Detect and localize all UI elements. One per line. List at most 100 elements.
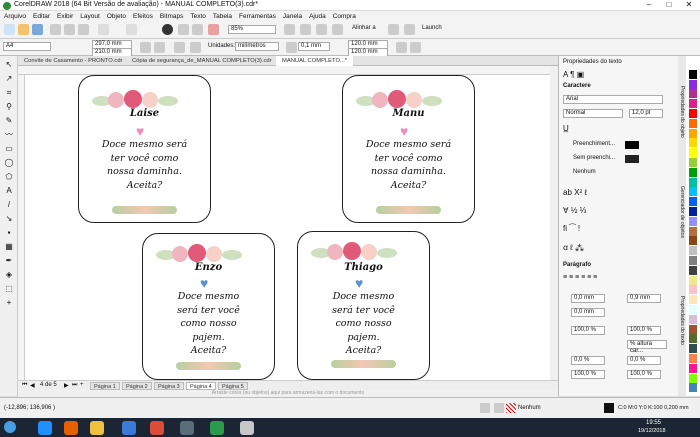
color-swatch[interactable] — [689, 89, 697, 99]
transparency-tool-icon[interactable]: ▦ — [4, 242, 14, 251]
menu-objeto[interactable]: Objeto — [107, 13, 126, 20]
tab-text-properties[interactable]: Propriedades do texto — [679, 296, 685, 345]
portrait-icon[interactable] — [140, 42, 151, 53]
color-swatch[interactable] — [689, 207, 697, 216]
copy-icon[interactable] — [64, 24, 75, 35]
color-swatch[interactable] — [689, 295, 697, 305]
fill-type-select[interactable]: Preenchiment... — [573, 141, 615, 147]
menu-layout[interactable]: Layout — [80, 13, 100, 20]
color-swatch[interactable] — [689, 79, 697, 89]
color-swatch[interactable] — [689, 305, 697, 314]
tab-convite[interactable]: Convite de Casamento - PRONTO.cdr — [18, 56, 128, 66]
color-swatch[interactable] — [689, 158, 697, 167]
paste-icon[interactable] — [78, 24, 89, 35]
vertical-scrollbar[interactable] — [550, 66, 558, 380]
last-page-icon[interactable]: ⏭ — [72, 382, 77, 389]
app-icon-2[interactable] — [240, 421, 254, 435]
page-tab-4[interactable]: Página 4 — [186, 382, 216, 390]
units-select[interactable]: milímetros — [235, 42, 279, 51]
media-player-icon[interactable] — [122, 421, 136, 435]
close-icon[interactable]: ✕ — [680, 0, 698, 11]
left-indent-field[interactable]: 0,0 mm — [571, 294, 605, 303]
pick-tool-icon[interactable]: ↖ — [4, 60, 14, 69]
font-size-field[interactable]: 12,0 pt — [629, 109, 663, 118]
menu-arquivo[interactable]: Arquivo — [4, 13, 26, 20]
page-tab-3[interactable]: Página 3 — [154, 382, 184, 390]
menu-ferramentas[interactable]: Ferramentas — [239, 13, 276, 20]
snap-options-icon[interactable] — [410, 42, 421, 53]
menu-ajuda[interactable]: Ajuda — [309, 13, 326, 20]
ellipse-tool-icon[interactable]: ◯ — [4, 158, 14, 167]
fill-color-swatch[interactable] — [625, 141, 639, 149]
file-explorer-icon[interactable] — [90, 421, 104, 435]
page-tab-1[interactable]: Página 1 — [90, 382, 120, 390]
polygon-tool-icon[interactable]: ⬠ — [4, 172, 14, 181]
prev-page-icon[interactable]: ◀ — [30, 382, 35, 389]
first-page-icon[interactable]: ⏮ — [22, 382, 27, 389]
firefox-icon[interactable] — [64, 421, 78, 435]
color-swatch[interactable] — [689, 373, 697, 383]
undo-icon[interactable] — [98, 24, 109, 35]
launch-button[interactable]: Launch — [422, 25, 442, 31]
landscape-icon[interactable] — [154, 42, 165, 53]
horizontal-ruler[interactable] — [18, 66, 550, 75]
color-swatch[interactable] — [689, 334, 697, 344]
open-folder-icon[interactable] — [18, 24, 29, 35]
space-after-field[interactable]: 100,0 % — [627, 326, 661, 335]
coreldraw-taskbar-icon[interactable] — [210, 421, 224, 435]
underline-icon[interactable]: U̲ — [563, 124, 569, 133]
menu-bitmaps[interactable]: Bitmaps — [160, 13, 183, 20]
nudge-distance-field[interactable]: 0,1 mm — [298, 42, 330, 51]
freehand-tool-icon[interactable]: ✎ — [4, 116, 14, 125]
import-icon[interactable] — [178, 24, 189, 35]
ligature-icons[interactable]: fi ⁀ ǃ — [563, 224, 580, 233]
word-spacing-field[interactable]: 100,0 % — [571, 370, 605, 379]
parallel-dimension-icon[interactable]: / — [4, 200, 14, 209]
menu-texto[interactable]: Texto — [190, 13, 206, 20]
zoom-level-select[interactable]: 85% — [228, 25, 276, 34]
interactive-fill-icon[interactable]: ◈ — [4, 270, 14, 279]
grid-icon[interactable] — [316, 24, 327, 35]
color-swatch[interactable] — [689, 285, 697, 295]
crop-tool-icon[interactable]: ⌗ — [4, 88, 14, 97]
background-color-swatch[interactable] — [625, 155, 639, 163]
rulers-icon[interactable] — [300, 24, 311, 35]
line-spacing-unit-select[interactable]: % altura car... — [627, 340, 667, 354]
export-icon[interactable] — [192, 24, 203, 35]
artistic-media-icon[interactable]: 〰 — [4, 130, 14, 139]
language-spacing-field[interactable]: 0,0 % — [627, 356, 661, 365]
start-button-icon[interactable] — [4, 421, 16, 433]
eyedropper-icon[interactable]: ✒ — [4, 256, 14, 265]
space-before-field[interactable]: 100,0 % — [571, 326, 605, 335]
invite-card[interactable]: Enzo ♥ Doce mesmo será ter você como nos… — [142, 233, 275, 380]
tab-manual-completo[interactable]: MANUAL COMPLETO...* — [276, 56, 354, 66]
maximize-icon[interactable]: □ — [660, 0, 678, 11]
font-select[interactable]: Arial — [563, 95, 663, 104]
color-swatch[interactable] — [689, 354, 697, 363]
invite-card[interactable]: Manu ♥ Doce mesmo será ter você como nos… — [342, 75, 475, 223]
background-fill-select[interactable]: Sem preenchi... — [573, 155, 615, 161]
char-spacing-field[interactable]: 0,0 % — [571, 356, 605, 365]
options-icon[interactable] — [388, 24, 399, 35]
menu-efeitos[interactable]: Efeitos — [133, 13, 153, 20]
color-swatch[interactable] — [689, 148, 697, 158]
current-page-icon[interactable] — [190, 42, 201, 53]
drop-shadow-icon[interactable]: ▪ — [4, 228, 14, 237]
search-content-icon[interactable] — [162, 24, 173, 35]
treat-as-filled-icon[interactable] — [396, 42, 407, 53]
app-launcher-icon[interactable] — [404, 24, 415, 35]
color-swatch[interactable] — [689, 177, 697, 187]
color-swatch[interactable] — [689, 226, 697, 236]
color-swatch[interactable] — [689, 344, 697, 354]
tab-copia-seguranca[interactable]: Cópia de segurança_de_MANUAL COMPLETO(3)… — [126, 56, 278, 66]
outline-select[interactable]: Nenhum — [573, 169, 596, 175]
minimize-icon[interactable]: – — [640, 0, 658, 11]
color-swatch[interactable] — [689, 197, 697, 207]
paragraph-align-icons[interactable]: ≡ ≡ ≡ ≡ ≡ ≡ — [563, 274, 597, 281]
font-style-select[interactable]: Normal — [563, 109, 623, 118]
color-swatch[interactable] — [689, 69, 697, 79]
color-proof-icon[interactable] — [480, 403, 490, 413]
new-document-icon[interactable] — [4, 24, 15, 35]
next-page-icon[interactable]: ▶ — [64, 382, 69, 389]
first-line-indent-field[interactable]: 0,9 mm — [627, 294, 661, 303]
